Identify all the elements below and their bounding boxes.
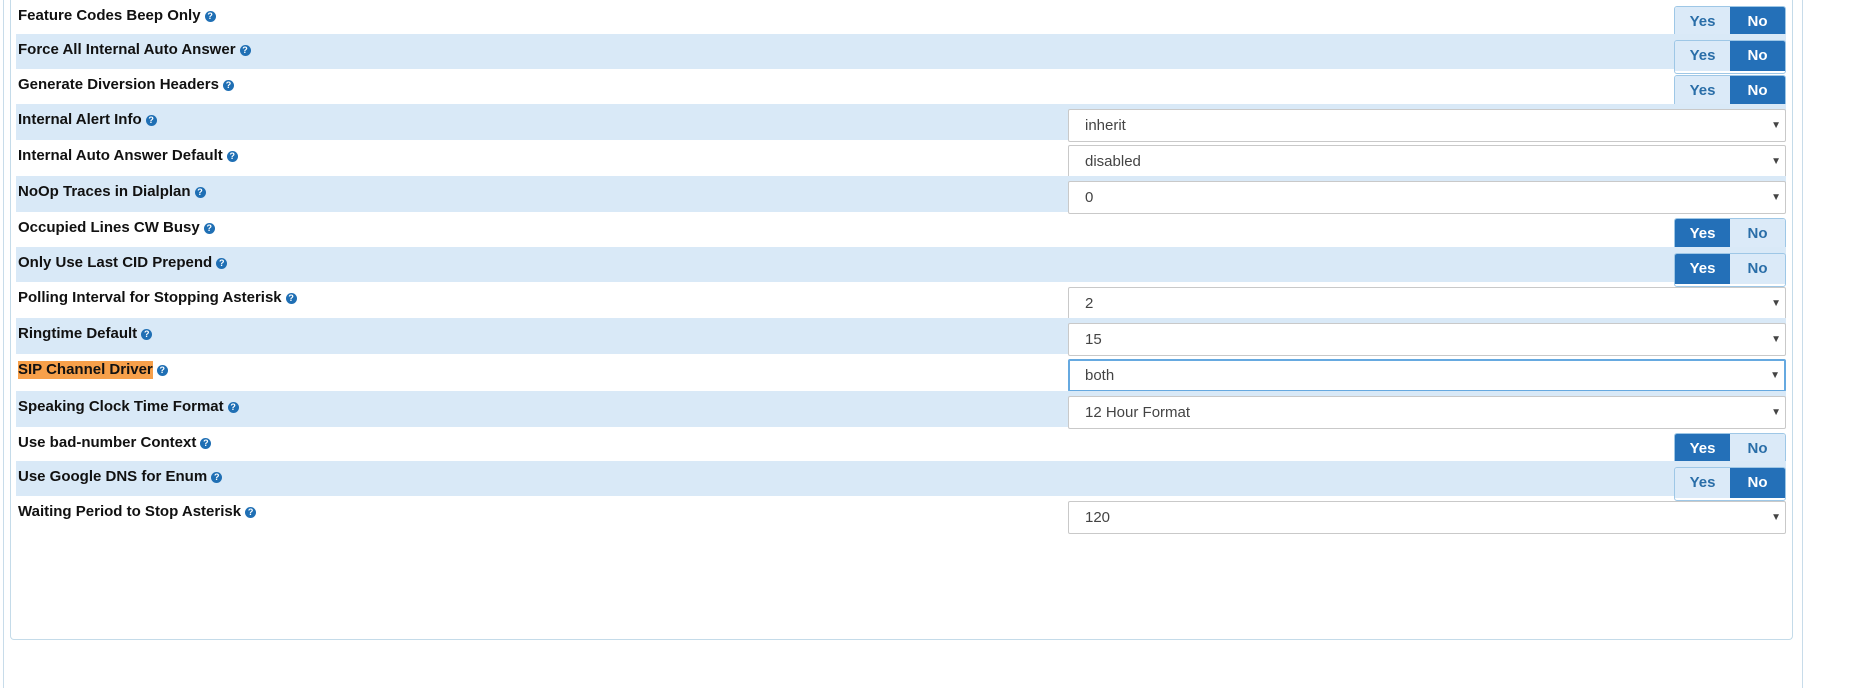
setting-row: Use Google DNS for Enum? Yes No: [16, 461, 1786, 501]
toggle-option-no[interactable]: No: [1730, 7, 1785, 37]
help-icon[interactable]: ?: [203, 222, 215, 234]
setting-label: Ringtime Default: [18, 325, 138, 342]
toggle-option-yes[interactable]: Yes: [1675, 434, 1730, 464]
help-icon[interactable]: ?: [156, 364, 168, 376]
setting-label-wrap: Internal Auto Answer Default?: [18, 147, 238, 165]
caret-down-icon: ▼: [1771, 120, 1781, 131]
setting-label-wrap: Polling Interval for Stopping Asterisk?: [18, 289, 297, 307]
setting-label-wrap: Only Use Last CID Prepend?: [18, 254, 228, 272]
settings-list: Feature Codes Beep Only? Yes No Force All I…: [16, 0, 1786, 534]
toggle-option-yes[interactable]: Yes: [1675, 7, 1730, 37]
help-icon[interactable]: ?: [211, 471, 223, 483]
setting-row: Polling Interval for Stopping Asterisk? 2…: [16, 282, 1786, 320]
setting-select[interactable]: 15 ▼: [1068, 323, 1786, 356]
setting-label: Only Use Last CID Prepend: [18, 254, 213, 271]
help-icon[interactable]: ?: [216, 257, 228, 269]
caret-down-icon: ▼: [1771, 334, 1781, 345]
help-icon[interactable]: ?: [226, 150, 238, 162]
setting-row: Waiting Period to Stop Asterisk? 120 ▼: [16, 496, 1786, 534]
help-icon[interactable]: ?: [194, 186, 206, 198]
select-value: 15: [1085, 331, 1102, 348]
caret-down-icon: ▼: [1771, 407, 1781, 418]
toggle-option-no[interactable]: No: [1730, 76, 1785, 106]
help-icon[interactable]: ?: [141, 328, 153, 340]
setting-label-wrap: Speaking Clock Time Format?: [18, 398, 239, 416]
setting-label: Polling Interval for Stopping Asterisk: [18, 289, 282, 306]
setting-row: Use bad-number Context? Yes No: [16, 427, 1786, 467]
caret-down-icon: ▼: [1770, 370, 1780, 381]
select-value: 2: [1085, 295, 1094, 312]
setting-label-wrap: Use bad-number Context?: [18, 434, 212, 452]
help-icon[interactable]: ?: [285, 292, 297, 304]
setting-label-wrap: Ringtime Default?: [18, 325, 153, 343]
toggle-option-no[interactable]: No: [1730, 434, 1785, 464]
setting-row: Internal Alert Info? inherit ▼: [16, 104, 1786, 142]
help-icon[interactable]: ?: [204, 10, 216, 22]
setting-row: SIP Channel Driver? both ▼: [16, 354, 1786, 392]
toggle-option-no[interactable]: No: [1730, 219, 1785, 249]
setting-select[interactable]: 120 ▼: [1068, 501, 1786, 534]
help-icon[interactable]: ?: [227, 401, 239, 413]
setting-row: NoOp Traces in Dialplan? 0 ▼: [16, 176, 1786, 214]
setting-label: SIP Channel Driver: [18, 361, 153, 379]
setting-label: NoOp Traces in Dialplan: [18, 183, 191, 200]
setting-label-wrap: NoOp Traces in Dialplan?: [18, 183, 206, 201]
setting-select[interactable]: 12 Hour Format ▼: [1068, 396, 1786, 429]
setting-select[interactable]: inherit ▼: [1068, 109, 1786, 142]
select-value: 0: [1085, 189, 1094, 206]
setting-label: Speaking Clock Time Format: [18, 398, 224, 415]
help-icon[interactable]: ?: [145, 114, 157, 126]
caret-down-icon: ▼: [1771, 156, 1781, 167]
setting-row: Feature Codes Beep Only? Yes No: [16, 0, 1786, 40]
setting-row: Force All Internal Auto Answer? Yes No: [16, 34, 1786, 74]
select-value: inherit: [1085, 117, 1126, 134]
help-icon[interactable]: ?: [245, 506, 257, 518]
toggle-option-yes[interactable]: Yes: [1675, 76, 1730, 106]
setting-label: Waiting Period to Stop Asterisk: [18, 503, 242, 520]
toggle-option-no[interactable]: No: [1730, 41, 1785, 71]
setting-label-wrap: Generate Diversion Headers?: [18, 76, 234, 94]
select-value: both: [1085, 367, 1115, 384]
setting-label-wrap: Use Google DNS for Enum?: [18, 468, 223, 486]
setting-label-wrap: Waiting Period to Stop Asterisk?: [18, 503, 257, 521]
setting-select[interactable]: 0 ▼: [1068, 181, 1786, 214]
setting-label: Internal Alert Info: [18, 111, 142, 128]
toggle-option-yes[interactable]: Yes: [1675, 41, 1730, 71]
toggle-option-no[interactable]: No: [1730, 254, 1785, 284]
select-value: 120: [1085, 509, 1111, 526]
select-value: disabled: [1085, 153, 1141, 170]
select-value: 12 Hour Format: [1085, 404, 1191, 421]
setting-label: Feature Codes Beep Only: [18, 7, 201, 24]
setting-row: Occupied Lines CW Busy? Yes No: [16, 212, 1786, 252]
setting-label-wrap: Occupied Lines CW Busy?: [18, 219, 215, 237]
setting-label-wrap: Internal Alert Info?: [18, 111, 157, 129]
setting-row: Internal Auto Answer Default? disabled ▼: [16, 140, 1786, 178]
toggle-option-yes[interactable]: Yes: [1675, 254, 1730, 284]
setting-label: Use Google DNS for Enum: [18, 468, 208, 485]
help-icon[interactable]: ?: [239, 44, 251, 56]
setting-select[interactable]: 2 ▼: [1068, 287, 1786, 320]
toggle-option-yes[interactable]: Yes: [1675, 219, 1730, 249]
setting-label-wrap: SIP Channel Driver?: [18, 361, 168, 379]
setting-row: Ringtime Default? 15 ▼: [16, 318, 1786, 356]
setting-select[interactable]: disabled ▼: [1068, 145, 1786, 178]
help-icon[interactable]: ?: [222, 79, 234, 91]
setting-row: Speaking Clock Time Format? 12 Hour Forma…: [16, 391, 1786, 429]
help-icon[interactable]: ?: [200, 437, 212, 449]
caret-down-icon: ▼: [1771, 192, 1781, 203]
caret-down-icon: ▼: [1771, 298, 1781, 309]
setting-label: Generate Diversion Headers: [18, 76, 219, 93]
setting-label-wrap: Feature Codes Beep Only?: [18, 7, 216, 25]
setting-label-wrap: Force All Internal Auto Answer?: [18, 41, 251, 59]
toggle-option-yes[interactable]: Yes: [1675, 468, 1730, 498]
caret-down-icon: ▼: [1771, 512, 1781, 523]
setting-label: Force All Internal Auto Answer: [18, 41, 236, 58]
setting-label: Occupied Lines CW Busy: [18, 219, 200, 236]
toggle-option-no[interactable]: No: [1730, 468, 1785, 498]
setting-label: Internal Auto Answer Default: [18, 147, 223, 164]
setting-label: Use bad-number Context: [18, 434, 197, 451]
setting-row: Only Use Last CID Prepend? Yes No: [16, 247, 1786, 287]
setting-row: Generate Diversion Headers? Yes No: [16, 69, 1786, 109]
setting-select[interactable]: both ▼: [1068, 359, 1786, 392]
